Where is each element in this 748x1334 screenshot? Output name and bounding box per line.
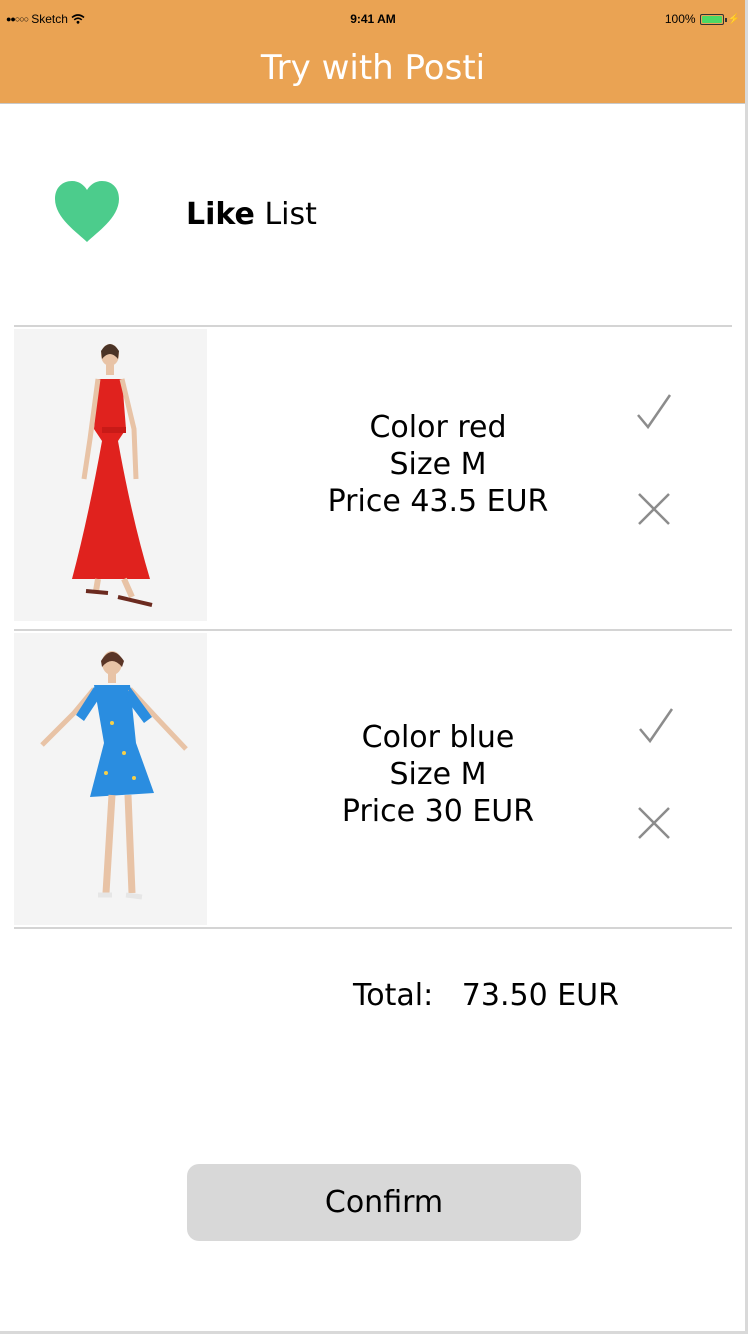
total-label: Total: (353, 978, 434, 1013)
item-details: Color red Size M Price 43.5 EUR (254, 409, 622, 520)
status-bar: ●●○○○ Sketch 9:41 AM 100% ⚡ (0, 0, 746, 40)
item-price: Price 30 EUR (341, 794, 535, 829)
accept-check-icon[interactable] (636, 705, 676, 745)
item-size: Size M (389, 757, 487, 792)
dress-image (14, 329, 207, 621)
remove-x-icon[interactable] (634, 489, 674, 529)
heart-icon (55, 181, 119, 242)
battery-icon (699, 13, 727, 25)
battery-percent: 100% (664, 12, 696, 26)
list-item: Color red Size M Price 43.5 EUR (14, 329, 732, 621)
item-price: Price 43.5 EUR (327, 484, 549, 519)
divider (14, 325, 732, 327)
status-time: 9:41 AM (350, 12, 396, 26)
product-photo-red-dress (14, 329, 207, 621)
accept-check-icon[interactable] (634, 391, 674, 431)
product-photo-blue-dress (14, 633, 207, 925)
page-title: Try with Posti (260, 48, 486, 88)
status-right: 100% ⚡ (665, 12, 740, 26)
divider (14, 927, 732, 929)
total-value: 73.50 EUR (461, 978, 619, 1013)
item-color: Color red (369, 410, 507, 445)
like-list-title: Like List (186, 197, 317, 232)
item-details: Color blue Size M Price 30 EUR (254, 719, 622, 830)
divider (14, 629, 732, 631)
nav-bar: Try with Posti (0, 40, 746, 104)
remove-x-icon[interactable] (634, 803, 674, 843)
item-color: Color blue (361, 720, 515, 755)
dress-image (14, 633, 207, 925)
confirm-button[interactable]: Confirm (187, 1164, 581, 1241)
list-item: Color blue Size M Price 30 EUR (14, 633, 732, 925)
item-size: Size M (389, 447, 487, 482)
order-total: Total: 73.50 EUR (353, 978, 619, 1013)
charging-icon: ⚡ (727, 13, 740, 25)
